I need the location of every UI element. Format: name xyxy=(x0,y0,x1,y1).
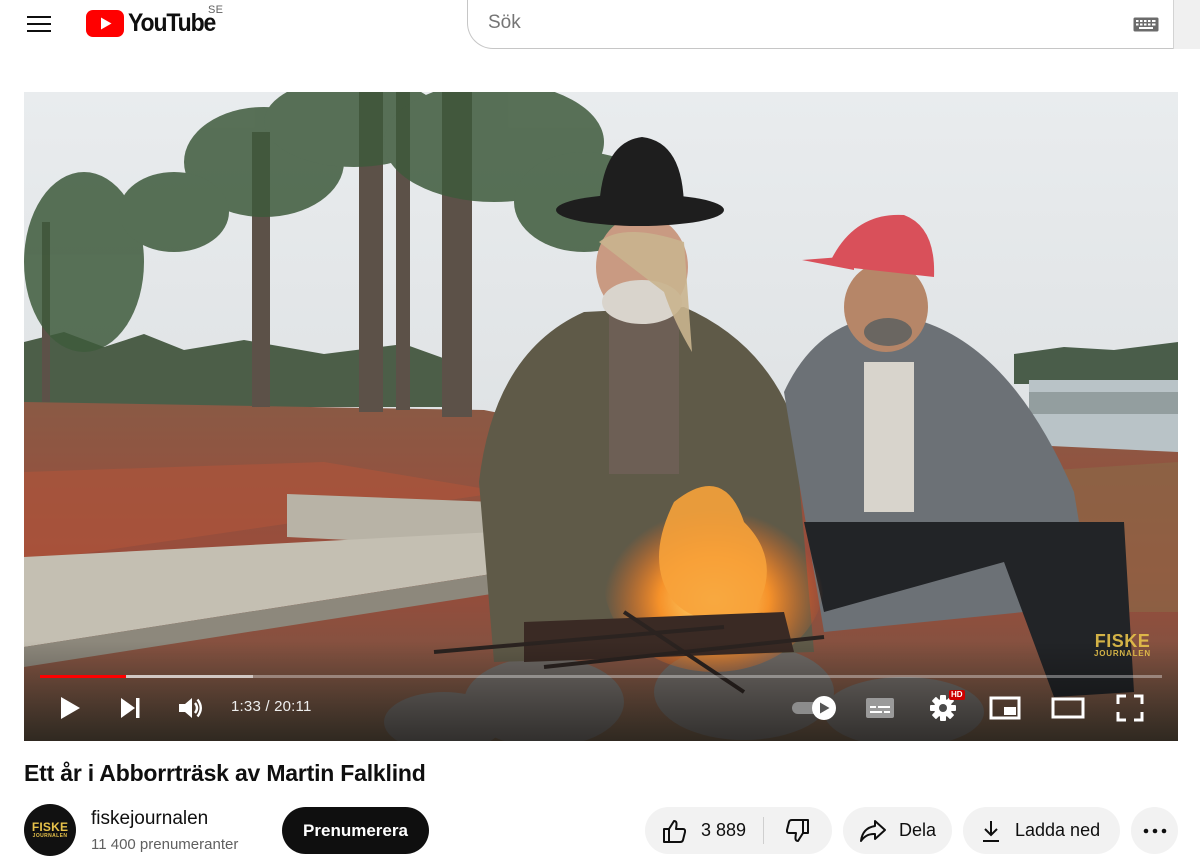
theater-mode-button[interactable] xyxy=(1048,690,1088,726)
channel-name[interactable]: fiskejournalen xyxy=(91,808,208,830)
subtitles-icon xyxy=(866,698,894,718)
channel-watermark: FISKE JOURNALEN xyxy=(1094,632,1151,658)
video-title: Ett år i Abborrträsk av Martin Falklind xyxy=(24,760,426,786)
download-button[interactable]: Ladda ned xyxy=(963,807,1120,854)
more-horizontal-icon xyxy=(1143,828,1166,833)
more-actions-button[interactable] xyxy=(1131,807,1178,854)
keyboard-icon[interactable] xyxy=(1133,17,1159,32)
fullscreen-button[interactable] xyxy=(1112,690,1148,726)
thumbs-down-icon xyxy=(785,818,809,842)
share-button[interactable]: Dela xyxy=(843,807,952,854)
search-button[interactable] xyxy=(1173,0,1200,49)
search-box xyxy=(467,0,1173,49)
watermark-line2: JOURNALEN xyxy=(1094,649,1151,658)
menu-icon[interactable] xyxy=(20,8,60,40)
fullscreen-icon xyxy=(1116,694,1144,722)
video-player[interactable]: FISKE JOURNALEN 1:33 / 20:11 HD xyxy=(24,92,1178,741)
autoplay-toggle-icon xyxy=(792,696,836,720)
avatar-line2: JOURNALEN xyxy=(32,833,68,839)
subscriber-count: 11 400 prenumeranter xyxy=(91,836,239,853)
channel-avatar[interactable]: FISKE JOURNALEN xyxy=(24,804,76,856)
like-count: 3 889 xyxy=(701,820,747,840)
play-button[interactable] xyxy=(54,690,86,726)
like-dislike-group: 3 889 xyxy=(645,807,832,854)
thumbs-up-icon xyxy=(663,819,687,843)
youtube-play-logo-icon xyxy=(86,9,124,37)
watermark-line1: FISKE xyxy=(1094,631,1151,651)
subscribe-button[interactable]: Prenumerera xyxy=(282,807,429,854)
video-frame xyxy=(24,92,1178,741)
volume-icon xyxy=(179,698,202,718)
country-code: SE xyxy=(208,4,224,16)
progress-played xyxy=(40,675,127,678)
download-icon xyxy=(983,820,999,842)
miniplayer-button[interactable] xyxy=(986,690,1024,726)
top-bar: YouTube SE xyxy=(0,0,1200,56)
time-display: 1:33 / 20:11 xyxy=(231,698,312,715)
volume-button[interactable] xyxy=(174,690,208,726)
share-icon xyxy=(860,819,886,842)
youtube-logo[interactable]: YouTube xyxy=(86,9,223,37)
share-label: Dela xyxy=(899,820,937,840)
theater-mode-icon xyxy=(1051,697,1085,719)
next-icon xyxy=(121,698,140,718)
hd-badge: HD xyxy=(949,690,965,700)
miniplayer-icon xyxy=(989,696,1021,720)
logo-wordmark: YouTube xyxy=(128,8,216,37)
avatar-line1: FISKE xyxy=(31,820,69,834)
dislike-button[interactable] xyxy=(764,807,832,854)
subtitles-button[interactable] xyxy=(862,690,898,726)
next-button[interactable] xyxy=(114,690,146,726)
search-input[interactable] xyxy=(488,12,1088,34)
download-label: Ladda ned xyxy=(1015,820,1101,840)
settings-button[interactable]: HD xyxy=(924,690,965,726)
play-icon xyxy=(61,697,80,719)
progress-bar[interactable] xyxy=(40,675,1162,678)
like-button[interactable]: 3 889 xyxy=(645,807,763,854)
autoplay-toggle[interactable] xyxy=(789,690,839,726)
